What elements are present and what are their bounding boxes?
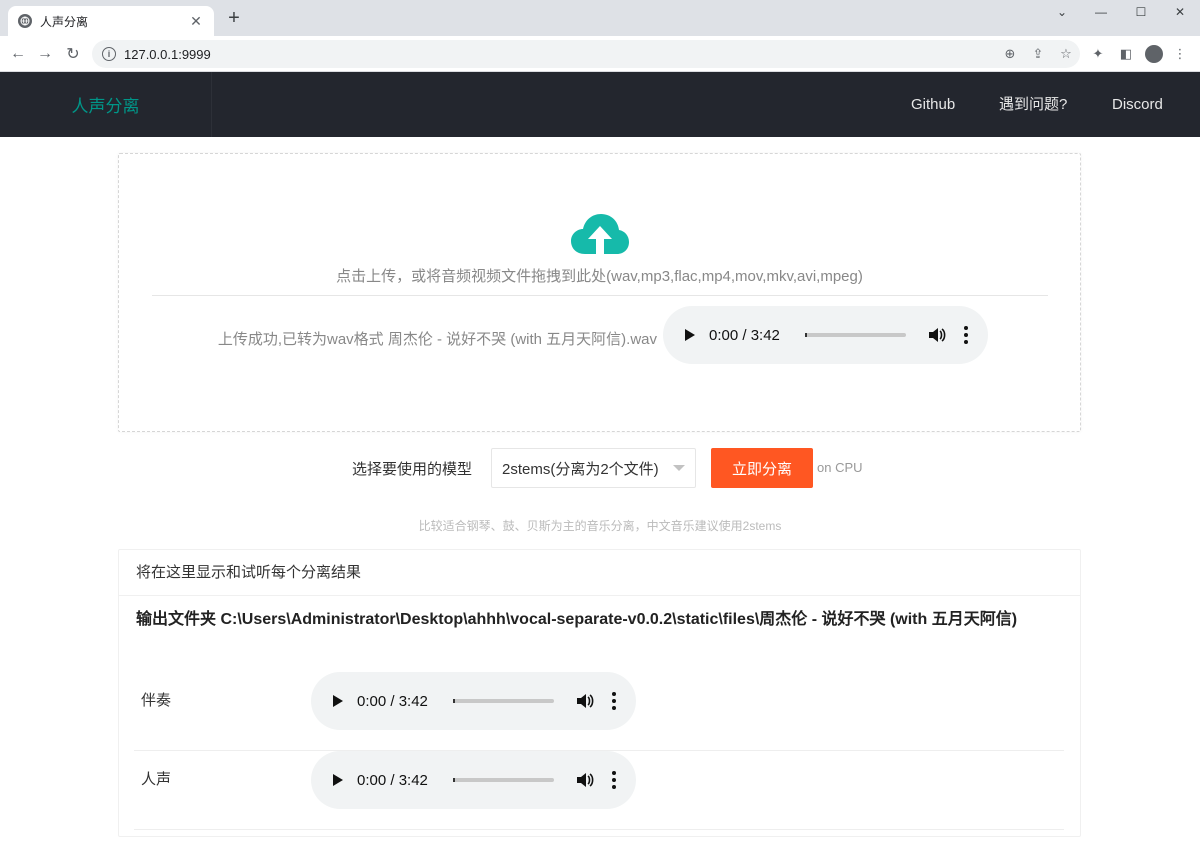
share-icon[interactable]: ⇪ bbox=[1024, 46, 1052, 62]
maximize-icon[interactable]: ☐ bbox=[1121, 0, 1161, 24]
vocals-audio-player[interactable]: 0:00 / 3:42 bbox=[311, 751, 636, 809]
result-row-vocals: 人声 0:00 / 3:42 bbox=[134, 751, 1064, 830]
volume-icon[interactable] bbox=[576, 772, 594, 788]
device-label: on CPU bbox=[817, 460, 863, 475]
results-card: 将在这里显示和试听每个分离结果 输出文件夹 C:\Users\Administr… bbox=[118, 549, 1081, 837]
player-time: 0:00 / 3:42 bbox=[357, 771, 428, 789]
address-bar[interactable]: i 127.0.0.1:9999 ⊕ ⇪ ☆ bbox=[92, 40, 1080, 68]
model-select[interactable]: 2stems(分离为2个文件) bbox=[491, 448, 696, 488]
browser-tab[interactable]: 人声分离 ✕ bbox=[8, 6, 214, 36]
seek-slider[interactable] bbox=[453, 699, 554, 703]
side-panel-icon[interactable]: ◧ bbox=[1116, 44, 1136, 64]
tab-search-icon[interactable]: ⌄ bbox=[1042, 0, 1082, 24]
play-icon[interactable] bbox=[333, 774, 343, 786]
dropdown-arrow-icon[interactable] bbox=[673, 465, 685, 471]
volume-icon[interactable] bbox=[928, 327, 946, 343]
close-window-icon[interactable]: ✕ bbox=[1160, 0, 1200, 24]
zoom-icon[interactable]: ⊕ bbox=[996, 46, 1024, 62]
player-time: 0:00 / 3:42 bbox=[357, 692, 428, 710]
results-header: 将在这里显示和试听每个分离结果 bbox=[119, 550, 1080, 596]
result-row-accompaniment: 伴奏 0:00 / 3:42 bbox=[134, 672, 1064, 751]
forward-icon[interactable]: → bbox=[33, 42, 57, 66]
bookmark-star-icon[interactable]: ☆ bbox=[1052, 46, 1080, 62]
separate-button[interactable]: 立即分离 bbox=[711, 448, 813, 488]
profile-icon[interactable] bbox=[1144, 44, 1164, 64]
app-navbar: 人声分离 Github 遇到问题? Discord bbox=[0, 72, 1200, 137]
close-tab-icon[interactable]: ✕ bbox=[188, 13, 204, 30]
upload-hint: 点击上传，或将音频视频文件拖拽到此处(wav,mp3,flac,mp4,mov,… bbox=[336, 268, 863, 285]
reload-icon[interactable]: ↻ bbox=[61, 42, 85, 66]
browser-toolbar: ← → ↻ i 127.0.0.1:9999 ⊕ ⇪ ☆ ✦ ◧ ⋮ bbox=[0, 36, 1200, 72]
seek-slider[interactable] bbox=[453, 778, 554, 782]
volume-icon[interactable] bbox=[576, 693, 594, 709]
nav-github[interactable]: Github bbox=[911, 72, 955, 137]
play-icon[interactable] bbox=[333, 695, 343, 707]
url-text[interactable]: 127.0.0.1:9999 bbox=[124, 47, 996, 62]
result-label: 伴奏 bbox=[141, 692, 172, 709]
more-options-icon[interactable] bbox=[612, 771, 616, 789]
divider bbox=[152, 295, 1048, 296]
model-label: 选择要使用的模型 bbox=[352, 461, 473, 478]
browser-tab-bar: 人声分离 ✕ + ⌄ — ☐ ✕ bbox=[0, 0, 1200, 36]
extensions-icon[interactable]: ✦ bbox=[1088, 44, 1108, 64]
back-icon[interactable]: ← bbox=[6, 42, 30, 66]
seek-slider[interactable] bbox=[805, 333, 906, 337]
play-icon[interactable] bbox=[685, 329, 695, 341]
output-folder-path: 输出文件夹 C:\Users\Administrator\Desktop\ahh… bbox=[136, 611, 1018, 628]
more-options-icon[interactable] bbox=[612, 692, 616, 710]
info-icon[interactable]: i bbox=[102, 47, 116, 61]
nav-help[interactable]: 遇到问题? bbox=[999, 72, 1067, 137]
source-audio-player[interactable]: 0:00 / 3:42 bbox=[663, 306, 988, 364]
more-options-icon[interactable] bbox=[964, 326, 968, 344]
menu-dots-icon[interactable]: ⋮ bbox=[1170, 44, 1190, 64]
app-brand[interactable]: 人声分离 bbox=[0, 72, 212, 137]
tab-title: 人声分离 bbox=[40, 14, 89, 29]
upload-status: 上传成功,已转为wav格式 周杰伦 - 说好不哭 (with 五月天阿信).wa… bbox=[217, 331, 657, 348]
minimize-icon[interactable]: — bbox=[1081, 0, 1121, 24]
accompaniment-audio-player[interactable]: 0:00 / 3:42 bbox=[311, 672, 636, 730]
player-time: 0:00 / 3:42 bbox=[709, 326, 780, 344]
model-selected-value: 2stems(分离为2个文件) bbox=[502, 460, 659, 478]
globe-icon bbox=[18, 14, 32, 28]
model-tip: 比较适合钢琴、鼓、贝斯为主的音乐分离，中文音乐建议使用2stems bbox=[418, 519, 782, 533]
cloud-upload-icon bbox=[571, 214, 629, 254]
result-label: 人声 bbox=[141, 771, 172, 788]
nav-discord[interactable]: Discord bbox=[1112, 72, 1163, 137]
new-tab-icon[interactable]: + bbox=[224, 8, 244, 28]
upload-dropzone[interactable]: 点击上传，或将音频视频文件拖拽到此处(wav,mp3,flac,mp4,mov,… bbox=[118, 153, 1081, 432]
